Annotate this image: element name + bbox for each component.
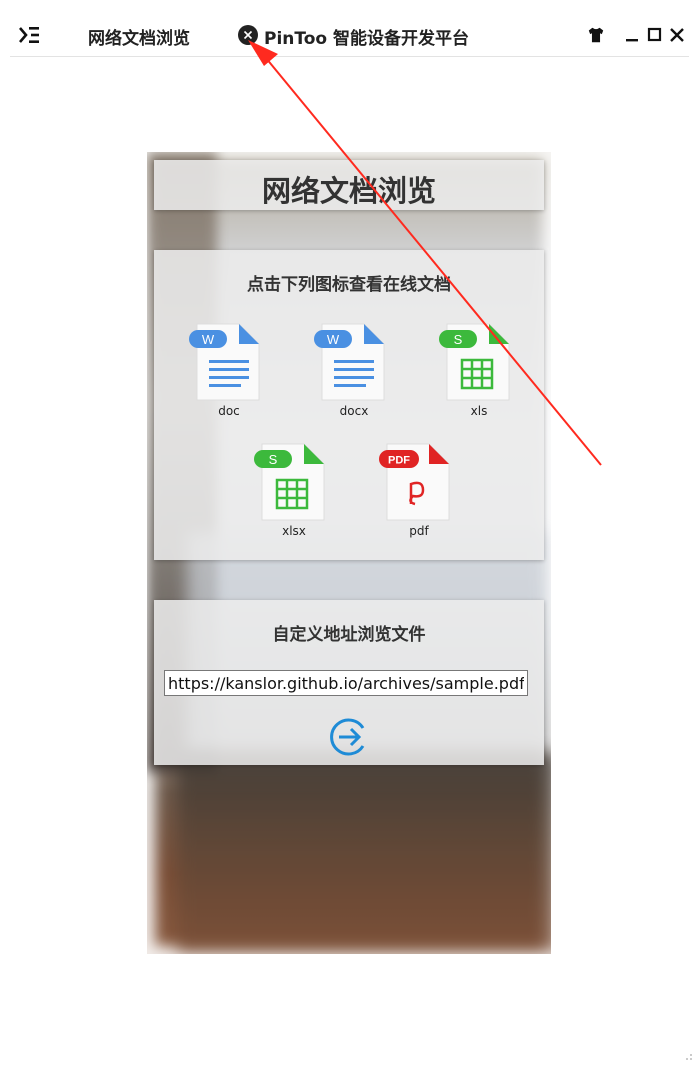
resize-grip-icon[interactable] (681, 1049, 693, 1061)
annotation-arrow (248, 40, 602, 466)
